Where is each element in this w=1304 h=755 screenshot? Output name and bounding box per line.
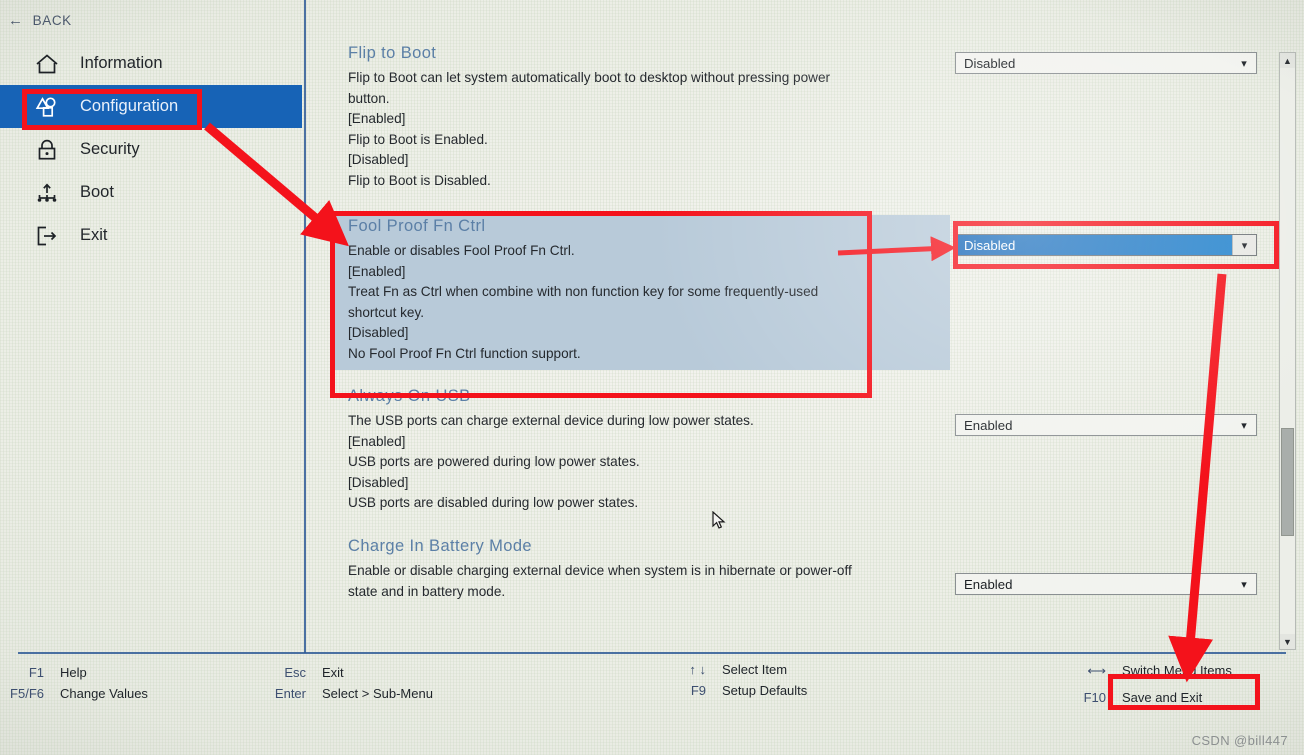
legend-key: F10 bbox=[1083, 690, 1106, 705]
legend-column-1: F1 Help F5/F6 Change Values bbox=[0, 665, 148, 707]
back-button[interactable]: ← BACK bbox=[8, 13, 72, 28]
arrow-left-icon: ← bbox=[8, 12, 24, 29]
setting-desc-line: USB ports are disabled during low power … bbox=[348, 495, 639, 511]
chevron-down-icon[interactable]: ▼ bbox=[1280, 634, 1295, 649]
setting-desc-line: Flip to Boot can let system automaticall… bbox=[348, 70, 831, 85]
setting-flip-to-boot[interactable]: Flip to Boot Flip to Boot can let system… bbox=[330, 42, 950, 208]
dropdown-value: Disabled bbox=[964, 55, 1016, 71]
value-dropdown-charge-in-battery-mode[interactable]: Enabled ▾ bbox=[955, 573, 1257, 595]
sidebar-item-label: Information bbox=[80, 54, 163, 72]
chevron-down-icon[interactable]: ▾ bbox=[1232, 415, 1256, 435]
legend-action: Change Values bbox=[60, 686, 148, 701]
setting-desc-line: [Disabled] bbox=[348, 325, 409, 341]
setting-desc-line: [Enabled] bbox=[348, 433, 406, 449]
setting-desc-line: Treat Fn as Ctrl when combine with non f… bbox=[348, 284, 819, 300]
setting-desc-line: USB ports are powered during low power s… bbox=[348, 454, 640, 470]
legend-row: ⟷ Switch Menu Items bbox=[1052, 663, 1232, 690]
legend-action: Help bbox=[60, 665, 87, 680]
watermark: CSDN @bill447 bbox=[1191, 733, 1288, 748]
config-shapes-icon bbox=[30, 96, 64, 118]
legend-column-3: ↑ ↓ Select Item F9 Setup Defaults bbox=[648, 662, 807, 704]
setting-desc-line: button. bbox=[348, 90, 390, 106]
setting-desc-line: Enable or disable charging external devi… bbox=[348, 563, 852, 578]
legend-key: Enter bbox=[274, 686, 306, 701]
legend-row: F1 Help bbox=[0, 665, 148, 686]
key-legend: F1 Help F5/F6 Change Values Esc Exit Ent… bbox=[0, 660, 1304, 755]
bios-setup-screen: ← BACK Information Configuration Securit… bbox=[0, 0, 1304, 755]
legend-key: F5/F6 bbox=[10, 686, 44, 701]
legend-row: Enter Select > Sub-Menu bbox=[262, 686, 433, 707]
sidebar-item-label: Configuration bbox=[80, 97, 179, 115]
boot-tree-icon bbox=[30, 182, 64, 204]
chevron-down-icon[interactable]: ▾ bbox=[1232, 235, 1256, 255]
arrow-up-down-icon: ↑ ↓ bbox=[689, 662, 706, 677]
legend-row: F10 Save and Exit bbox=[1052, 690, 1232, 717]
sidebar-item-information[interactable]: Information bbox=[0, 42, 302, 85]
setting-desc-line: Enable or disables Fool Proof Fn Ctrl. bbox=[348, 243, 575, 258]
legend-key: F1 bbox=[28, 665, 44, 680]
setting-title: Flip to Boot bbox=[348, 44, 437, 62]
setting-desc-line: Flip to Boot is Disabled. bbox=[348, 172, 491, 188]
chevron-down-icon[interactable]: ▾ bbox=[1232, 574, 1256, 594]
sidebar-item-label: Security bbox=[80, 140, 140, 158]
legend-row: F5/F6 Change Values bbox=[0, 686, 148, 707]
setting-desc-line: No Fool Proof Fn Ctrl function support. bbox=[348, 345, 581, 361]
settings-list: Flip to Boot Flip to Boot can let system… bbox=[330, 42, 950, 606]
scrollbar-track[interactable] bbox=[1280, 68, 1295, 634]
footer-divider bbox=[18, 652, 1286, 654]
dropdown-value: Disabled bbox=[956, 235, 1232, 255]
lock-icon bbox=[30, 139, 64, 161]
setting-desc-line: [Enabled] bbox=[348, 263, 406, 279]
chevron-down-icon[interactable]: ▾ bbox=[1232, 53, 1256, 73]
home-icon bbox=[30, 53, 64, 75]
sidebar-item-label: Exit bbox=[80, 226, 108, 244]
value-dropdown-flip-to-boot[interactable]: Disabled ▾ bbox=[955, 52, 1257, 74]
setting-title: Charge In Battery Mode bbox=[348, 537, 532, 555]
legend-action: Save and Exit bbox=[1122, 690, 1203, 705]
setting-desc-line: [Enabled] bbox=[348, 111, 406, 127]
legend-row: ↑ ↓ Select Item bbox=[648, 662, 807, 683]
setting-title: Fool Proof Fn Ctrl bbox=[348, 217, 486, 235]
dropdown-value: Enabled bbox=[964, 417, 1013, 433]
setting-desc-line: The USB ports can charge external device… bbox=[348, 413, 754, 428]
exit-door-icon bbox=[30, 225, 64, 247]
setting-always-on-usb[interactable]: Always On USB The USB ports can charge e… bbox=[330, 385, 950, 531]
mouse-cursor bbox=[712, 510, 728, 536]
legend-row: Esc Exit bbox=[262, 665, 433, 686]
legend-row: F9 Setup Defaults bbox=[648, 683, 807, 704]
setting-desc-line: Flip to Boot is Enabled. bbox=[348, 131, 488, 147]
legend-key: F9 bbox=[690, 683, 706, 698]
sidebar: Information Configuration Security Boot … bbox=[0, 42, 302, 257]
setting-desc-line: shortcut key. bbox=[348, 304, 425, 320]
sidebar-divider bbox=[304, 0, 306, 653]
sidebar-item-security[interactable]: Security bbox=[0, 128, 302, 171]
legend-action: Setup Defaults bbox=[722, 683, 808, 698]
sidebar-item-boot[interactable]: Boot bbox=[0, 171, 302, 214]
sidebar-item-label: Boot bbox=[80, 183, 114, 201]
setting-title: Always On USB bbox=[348, 387, 471, 405]
value-dropdown-fool-proof-fn-ctrl[interactable]: Disabled ▾ bbox=[955, 234, 1257, 256]
sidebar-item-exit[interactable]: Exit bbox=[0, 214, 302, 257]
legend-key: Esc bbox=[284, 665, 306, 680]
setting-charge-in-battery-mode[interactable]: Charge In Battery Mode Enable or disable… bbox=[330, 535, 950, 602]
vertical-scrollbar[interactable]: ▲ ▼ bbox=[1279, 52, 1296, 650]
value-dropdown-always-on-usb[interactable]: Enabled ▾ bbox=[955, 414, 1257, 436]
legend-action: Exit bbox=[322, 665, 344, 680]
legend-action: Select > Sub-Menu bbox=[322, 686, 433, 701]
arrow-left-right-icon: ⟷ bbox=[1087, 663, 1106, 678]
legend-column-2: Esc Exit Enter Select > Sub-Menu bbox=[262, 665, 433, 707]
setting-desc-line: [Disabled] bbox=[348, 474, 409, 490]
setting-desc-line: state and in battery mode. bbox=[348, 583, 506, 599]
chevron-up-icon[interactable]: ▲ bbox=[1280, 53, 1295, 68]
sidebar-item-configuration[interactable]: Configuration bbox=[0, 85, 302, 128]
scrollbar-thumb[interactable] bbox=[1281, 428, 1294, 536]
legend-action: Select Item bbox=[722, 662, 788, 677]
dropdown-value: Enabled bbox=[964, 576, 1013, 592]
setting-desc-line: [Disabled] bbox=[348, 152, 409, 168]
legend-column-4: ⟷ Switch Menu Items F10 Save and Exit bbox=[1052, 663, 1232, 717]
back-label: BACK bbox=[32, 13, 72, 28]
legend-action: Switch Menu Items bbox=[1122, 663, 1232, 678]
setting-fool-proof-fn-ctrl[interactable]: Fool Proof Fn Ctrl Enable or disables Fo… bbox=[330, 215, 950, 370]
